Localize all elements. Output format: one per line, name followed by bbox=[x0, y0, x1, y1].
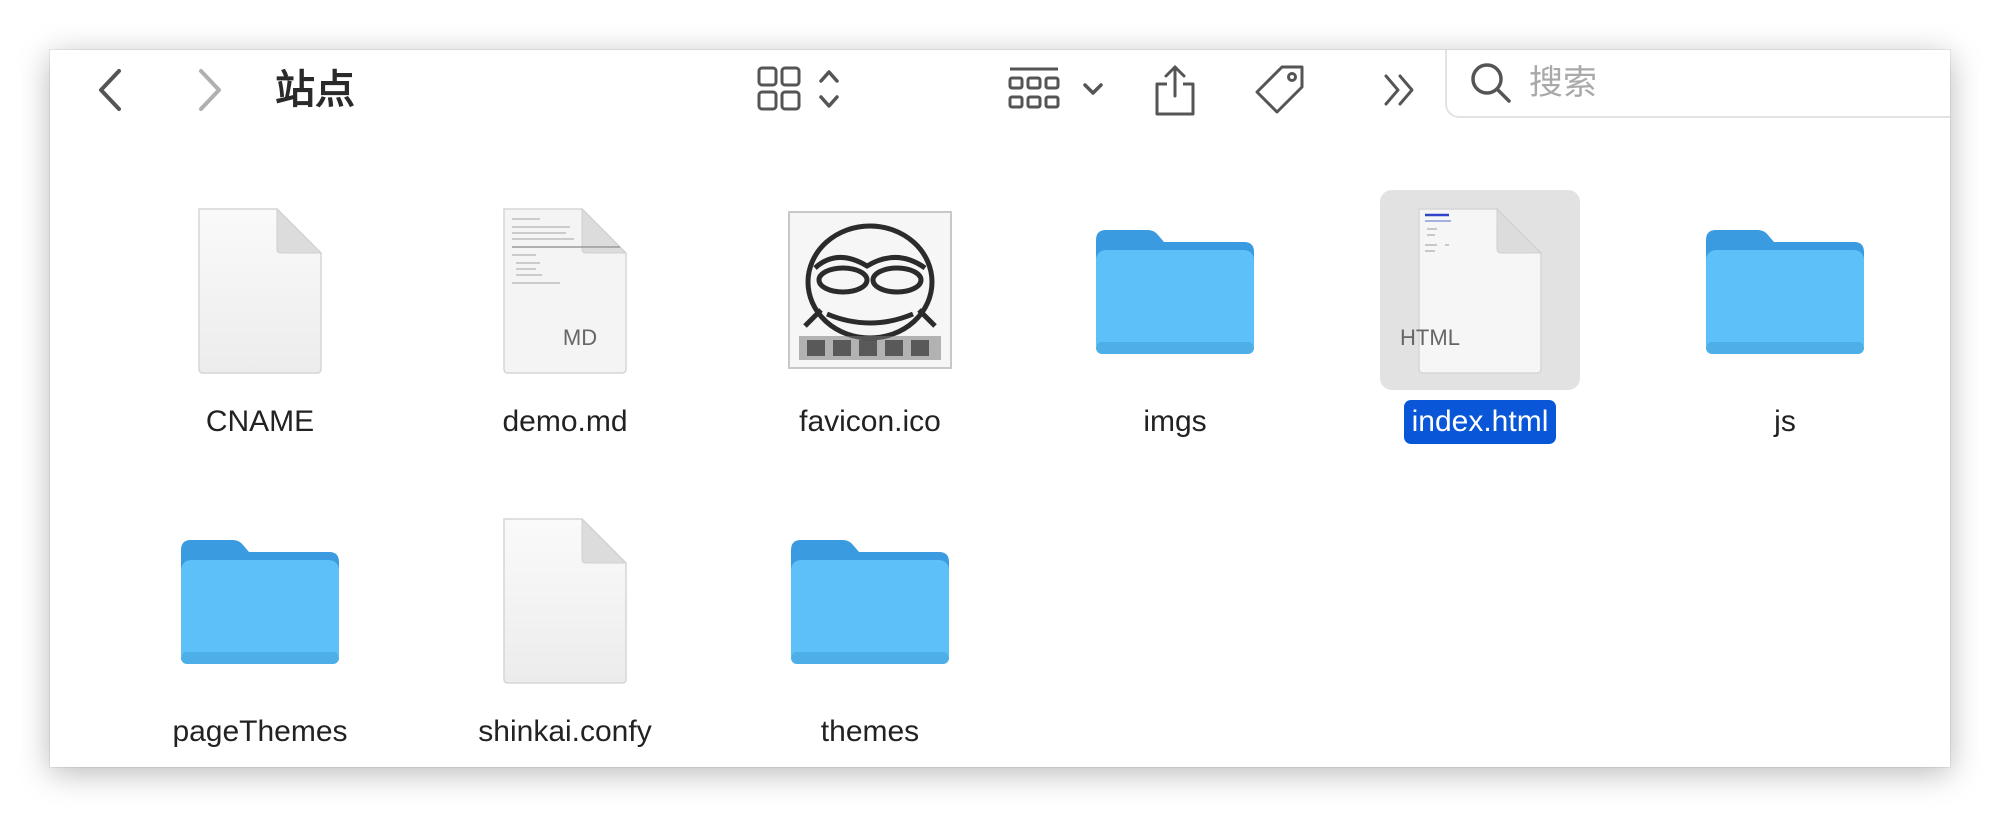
forward-button[interactable] bbox=[190, 60, 230, 120]
search-input[interactable] bbox=[1527, 62, 1950, 104]
finder-window: 站点 搜索 CNAME demo.md favicon.ico imgs ind… bbox=[50, 50, 1950, 767]
share-button[interactable] bbox=[1140, 50, 1210, 130]
search-field[interactable] bbox=[1445, 50, 1950, 118]
folder-icon bbox=[181, 540, 339, 664]
chevron-right-icon bbox=[199, 69, 221, 111]
file-item-index-html[interactable]: index.html bbox=[1350, 190, 1610, 444]
file-name: demo.md bbox=[502, 405, 628, 438]
share-icon bbox=[1155, 65, 1195, 116]
file-name: shinkai.confy bbox=[478, 715, 652, 748]
folder-thumbnail bbox=[1075, 190, 1275, 390]
window-title: 站点 bbox=[275, 67, 355, 113]
file-name-selected[interactable]: index.html bbox=[1403, 400, 1557, 444]
grid-view-icon bbox=[757, 66, 839, 111]
file-item-demo-md[interactable]: demo.md bbox=[435, 190, 695, 438]
toolbar: 站点 bbox=[50, 50, 1950, 150]
folder-item-imgs[interactable]: imgs bbox=[1045, 190, 1305, 438]
folder-icon bbox=[1706, 230, 1864, 354]
chevron-left-icon bbox=[99, 69, 121, 111]
file-name: js bbox=[1774, 405, 1796, 438]
back-button[interactable] bbox=[90, 60, 130, 120]
group-by-icon bbox=[1008, 67, 1103, 109]
group-by-button[interactable] bbox=[985, 56, 1135, 124]
file-name: themes bbox=[820, 715, 920, 748]
folder-icon bbox=[791, 540, 949, 664]
folder-icon bbox=[1096, 230, 1254, 354]
file-thumbnail bbox=[160, 190, 360, 390]
blank-document-icon bbox=[503, 517, 628, 684]
folder-item-pagethemes[interactable]: pageThemes bbox=[130, 500, 390, 748]
more-toolbar-button[interactable] bbox=[1370, 56, 1430, 124]
folder-thumbnail bbox=[160, 500, 360, 700]
favicon-image-thumbnail bbox=[788, 211, 952, 369]
file-thumbnail bbox=[465, 190, 665, 390]
file-item-cname[interactable]: CNAME bbox=[130, 190, 390, 438]
search-icon bbox=[1471, 63, 1511, 103]
file-name: CNAME bbox=[205, 405, 315, 438]
view-mode-button[interactable] bbox=[745, 56, 865, 124]
file-name: favicon.ico bbox=[799, 405, 941, 438]
file-name: imgs bbox=[1143, 405, 1207, 438]
tag-icon bbox=[1255, 65, 1304, 114]
badge-md: MD bbox=[562, 325, 598, 350]
blank-document-icon bbox=[198, 207, 323, 374]
badge-html: HTML bbox=[1400, 325, 1460, 350]
folder-item-themes[interactable]: themes bbox=[740, 500, 1000, 748]
folder-thumbnail bbox=[770, 500, 970, 700]
folder-thumbnail bbox=[1685, 190, 1885, 390]
file-thumbnail-selected bbox=[1380, 190, 1580, 390]
file-item-shinkai-confy[interactable]: shinkai.confy bbox=[435, 500, 695, 748]
folder-item-js[interactable]: js bbox=[1655, 190, 1915, 438]
double-chevron-icon bbox=[1384, 74, 1414, 106]
file-name: pageThemes bbox=[172, 715, 348, 748]
file-item-favicon[interactable]: favicon.ico bbox=[740, 190, 1000, 438]
tag-button[interactable] bbox=[1245, 50, 1315, 130]
file-thumbnail bbox=[770, 190, 970, 390]
file-thumbnail bbox=[465, 500, 665, 700]
